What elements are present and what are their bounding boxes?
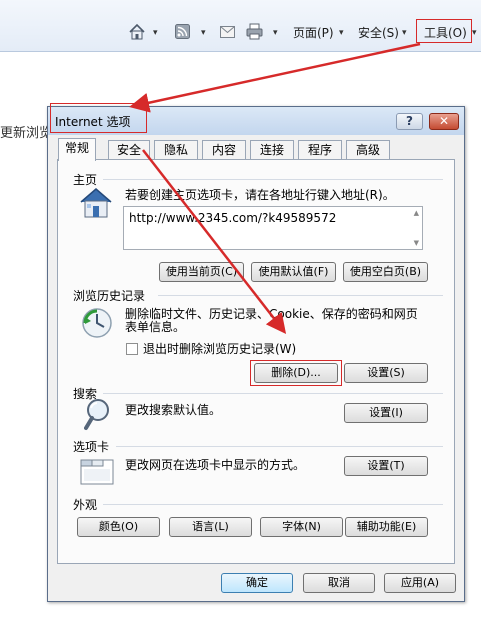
tab-general[interactable]: 常规 xyxy=(58,138,96,161)
annotation-arrows xyxy=(129,42,421,334)
arrow-to-dialog-title xyxy=(129,42,421,113)
arrow-to-delete-button xyxy=(142,149,287,334)
